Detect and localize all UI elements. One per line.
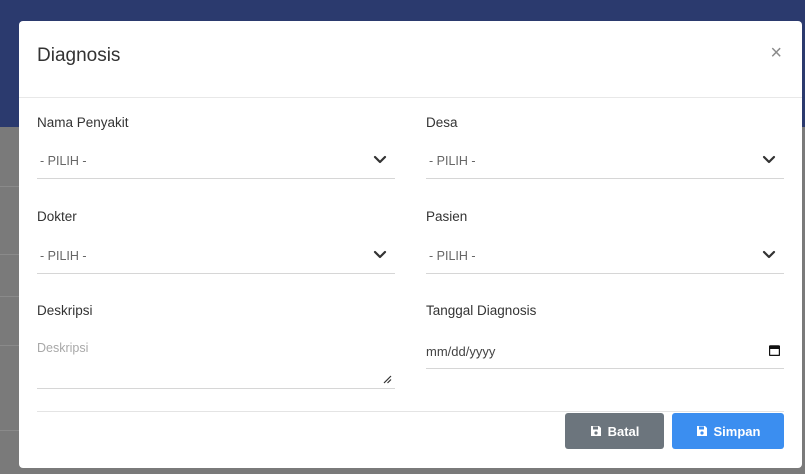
tanggal-diagnosis-field: Tanggal Diagnosis mm/dd/yyyy — [426, 303, 784, 369]
pasien-field: Pasien - PILIH - — [426, 209, 784, 274]
pasien-value: - PILIH - — [429, 249, 476, 263]
desa-field: Desa - PILIH - — [426, 115, 784, 179]
background-row-line — [0, 345, 20, 346]
chevron-down-icon — [373, 155, 387, 164]
floppy-disk-icon — [590, 426, 601, 436]
chevron-down-icon — [373, 250, 387, 259]
nama-penyakit-value: - PILIH - — [40, 154, 87, 168]
resize-grip-icon[interactable] — [383, 375, 392, 384]
close-button[interactable]: × — [770, 43, 782, 63]
dokter-value: - PILIH - — [40, 249, 87, 263]
simpan-button-label: Simpan — [713, 423, 761, 439]
background-row-line — [0, 254, 20, 255]
deskripsi-field: Deskripsi Deskripsi — [37, 303, 395, 389]
dokter-select[interactable]: - PILIH - — [37, 240, 395, 274]
desa-value: - PILIH - — [429, 154, 476, 168]
background-row-line — [0, 186, 20, 187]
header-divider — [19, 97, 802, 98]
footer-divider — [37, 411, 784, 412]
dokter-label: Dokter — [37, 209, 77, 224]
diagnosis-modal: Diagnosis × Nama Penyakit - PILIH - Desa… — [19, 21, 802, 468]
chevron-down-icon — [762, 155, 776, 164]
desa-label: Desa — [426, 115, 458, 130]
simpan-button[interactable]: Simpan — [672, 413, 784, 449]
deskripsi-label: Deskripsi — [37, 303, 93, 318]
nama-penyakit-label: Nama Penyakit — [37, 115, 129, 130]
dokter-field: Dokter - PILIH - — [37, 209, 395, 274]
deskripsi-textarea[interactable]: Deskripsi — [37, 333, 395, 389]
calendar-icon[interactable] — [769, 345, 780, 356]
floppy-disk-icon — [696, 426, 707, 436]
background-row-line — [0, 296, 20, 297]
desa-select[interactable]: - PILIH - — [426, 145, 784, 179]
tanggal-diagnosis-value: mm/dd/yyyy — [426, 344, 496, 359]
modal-title: Diagnosis — [37, 45, 121, 66]
pasien-label: Pasien — [426, 209, 468, 224]
nama-penyakit-select[interactable]: - PILIH - — [37, 145, 395, 179]
nama-penyakit-field: Nama Penyakit - PILIH - — [37, 115, 395, 179]
deskripsi-placeholder: Deskripsi — [37, 341, 89, 355]
tanggal-diagnosis-input[interactable]: mm/dd/yyyy — [426, 333, 784, 369]
pasien-select[interactable]: - PILIH - — [426, 240, 784, 274]
background-row-line — [0, 430, 20, 431]
tanggal-diagnosis-label: Tanggal Diagnosis — [426, 303, 537, 318]
chevron-down-icon — [762, 250, 776, 259]
batal-button[interactable]: Batal — [565, 413, 664, 449]
batal-button-label: Batal — [607, 423, 640, 439]
